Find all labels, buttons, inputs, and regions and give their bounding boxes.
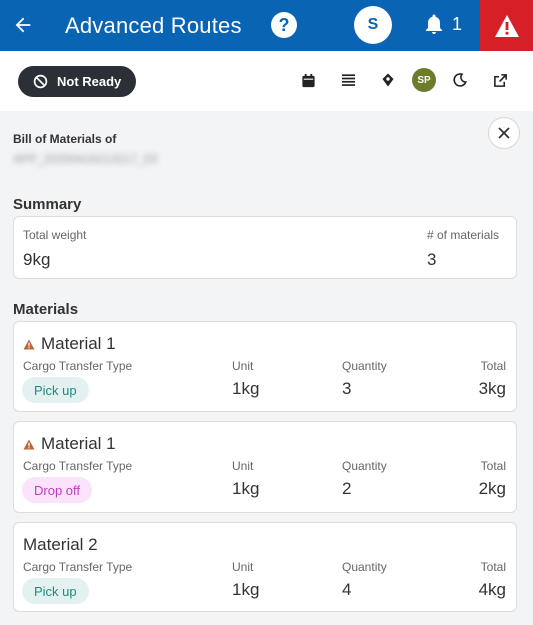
unit-label: Unit	[232, 459, 254, 473]
map-pin-icon[interactable]	[379, 71, 397, 89]
calendar-icon[interactable]	[299, 71, 317, 89]
cargo-type-badge: Pick up	[22, 377, 89, 403]
material-card: Material 2 Cargo Transfer Type Pick up U…	[13, 522, 517, 612]
help-icon[interactable]: ?	[271, 12, 297, 38]
unit-value: 1kg	[232, 479, 260, 498]
warning-icon	[494, 14, 519, 37]
material-name: Material 2	[23, 535, 98, 554]
material-title: Material 1	[23, 334, 116, 354]
external-link-icon[interactable]	[491, 71, 509, 89]
warning-icon	[23, 339, 35, 349]
total-weight-label: Total weight	[23, 228, 87, 242]
close-button[interactable]	[488, 117, 520, 149]
summary-heading: Summary	[13, 196, 82, 213]
quantity-label: Quantity	[342, 560, 387, 574]
unit-label: Unit	[232, 560, 254, 574]
summary-card: Total weight 9kg # of materials 3	[13, 216, 517, 279]
cargo-type-badge: Drop off	[22, 477, 93, 503]
status-label: Not Ready	[57, 74, 122, 89]
materials-heading: Materials	[13, 301, 79, 318]
app-header: Advanced Routes ? S 1	[0, 0, 533, 51]
material-title: Material 1	[23, 434, 116, 454]
material-name: Material 1	[41, 434, 116, 453]
quantity-value: 4	[342, 580, 352, 599]
close-icon	[498, 127, 510, 139]
bom-id: APP_20250416213217_03	[13, 152, 158, 166]
total-weight-value: 9kg	[23, 250, 51, 269]
user-avatar[interactable]: S	[354, 6, 392, 44]
quantity-label: Quantity	[342, 359, 387, 373]
unit-value: 1kg	[232, 379, 260, 398]
total-label: Total	[480, 459, 506, 473]
status-button[interactable]: Not Ready	[18, 66, 136, 97]
panel-toolbar: Not Ready SP	[0, 51, 533, 111]
bell-icon[interactable]	[422, 12, 448, 38]
total-value: 2kg	[478, 479, 506, 498]
unit-value: 1kg	[232, 580, 260, 599]
bom-label: Bill of Materials of	[13, 132, 117, 146]
material-count-label: # of materials	[427, 228, 500, 242]
material-name: Material 1	[41, 334, 116, 353]
material-card: Material 1 Cargo Transfer Type Pick up U…	[13, 321, 517, 412]
quantity-value: 3	[342, 379, 352, 398]
back-arrow-icon[interactable]	[10, 12, 36, 38]
warning-icon	[23, 439, 35, 449]
moon-icon[interactable]	[451, 71, 469, 89]
quantity-label: Quantity	[342, 459, 387, 473]
cargo-type-label: Cargo Transfer Type	[23, 560, 133, 574]
cargo-type-label: Cargo Transfer Type	[23, 459, 133, 473]
total-label: Total	[480, 359, 506, 373]
material-count-value: 3	[427, 250, 437, 269]
material-title: Material 2	[23, 535, 98, 555]
unit-label: Unit	[232, 359, 254, 373]
total-label: Total	[480, 560, 506, 574]
cargo-type-label: Cargo Transfer Type	[23, 359, 133, 373]
warning-alert-button[interactable]	[480, 0, 533, 51]
cargo-type-badge: Pick up	[22, 578, 89, 604]
material-card: Material 1 Cargo Transfer Type Drop off …	[13, 421, 517, 513]
page-title: Advanced Routes	[65, 13, 242, 38]
user-avatar-sp[interactable]: SP	[412, 68, 436, 92]
block-icon	[33, 74, 48, 89]
quantity-value: 2	[342, 479, 352, 498]
total-value: 4kg	[478, 580, 506, 599]
list-icon[interactable]	[339, 71, 357, 89]
notification-count: 1	[452, 14, 463, 34]
total-value: 3kg	[478, 379, 506, 398]
